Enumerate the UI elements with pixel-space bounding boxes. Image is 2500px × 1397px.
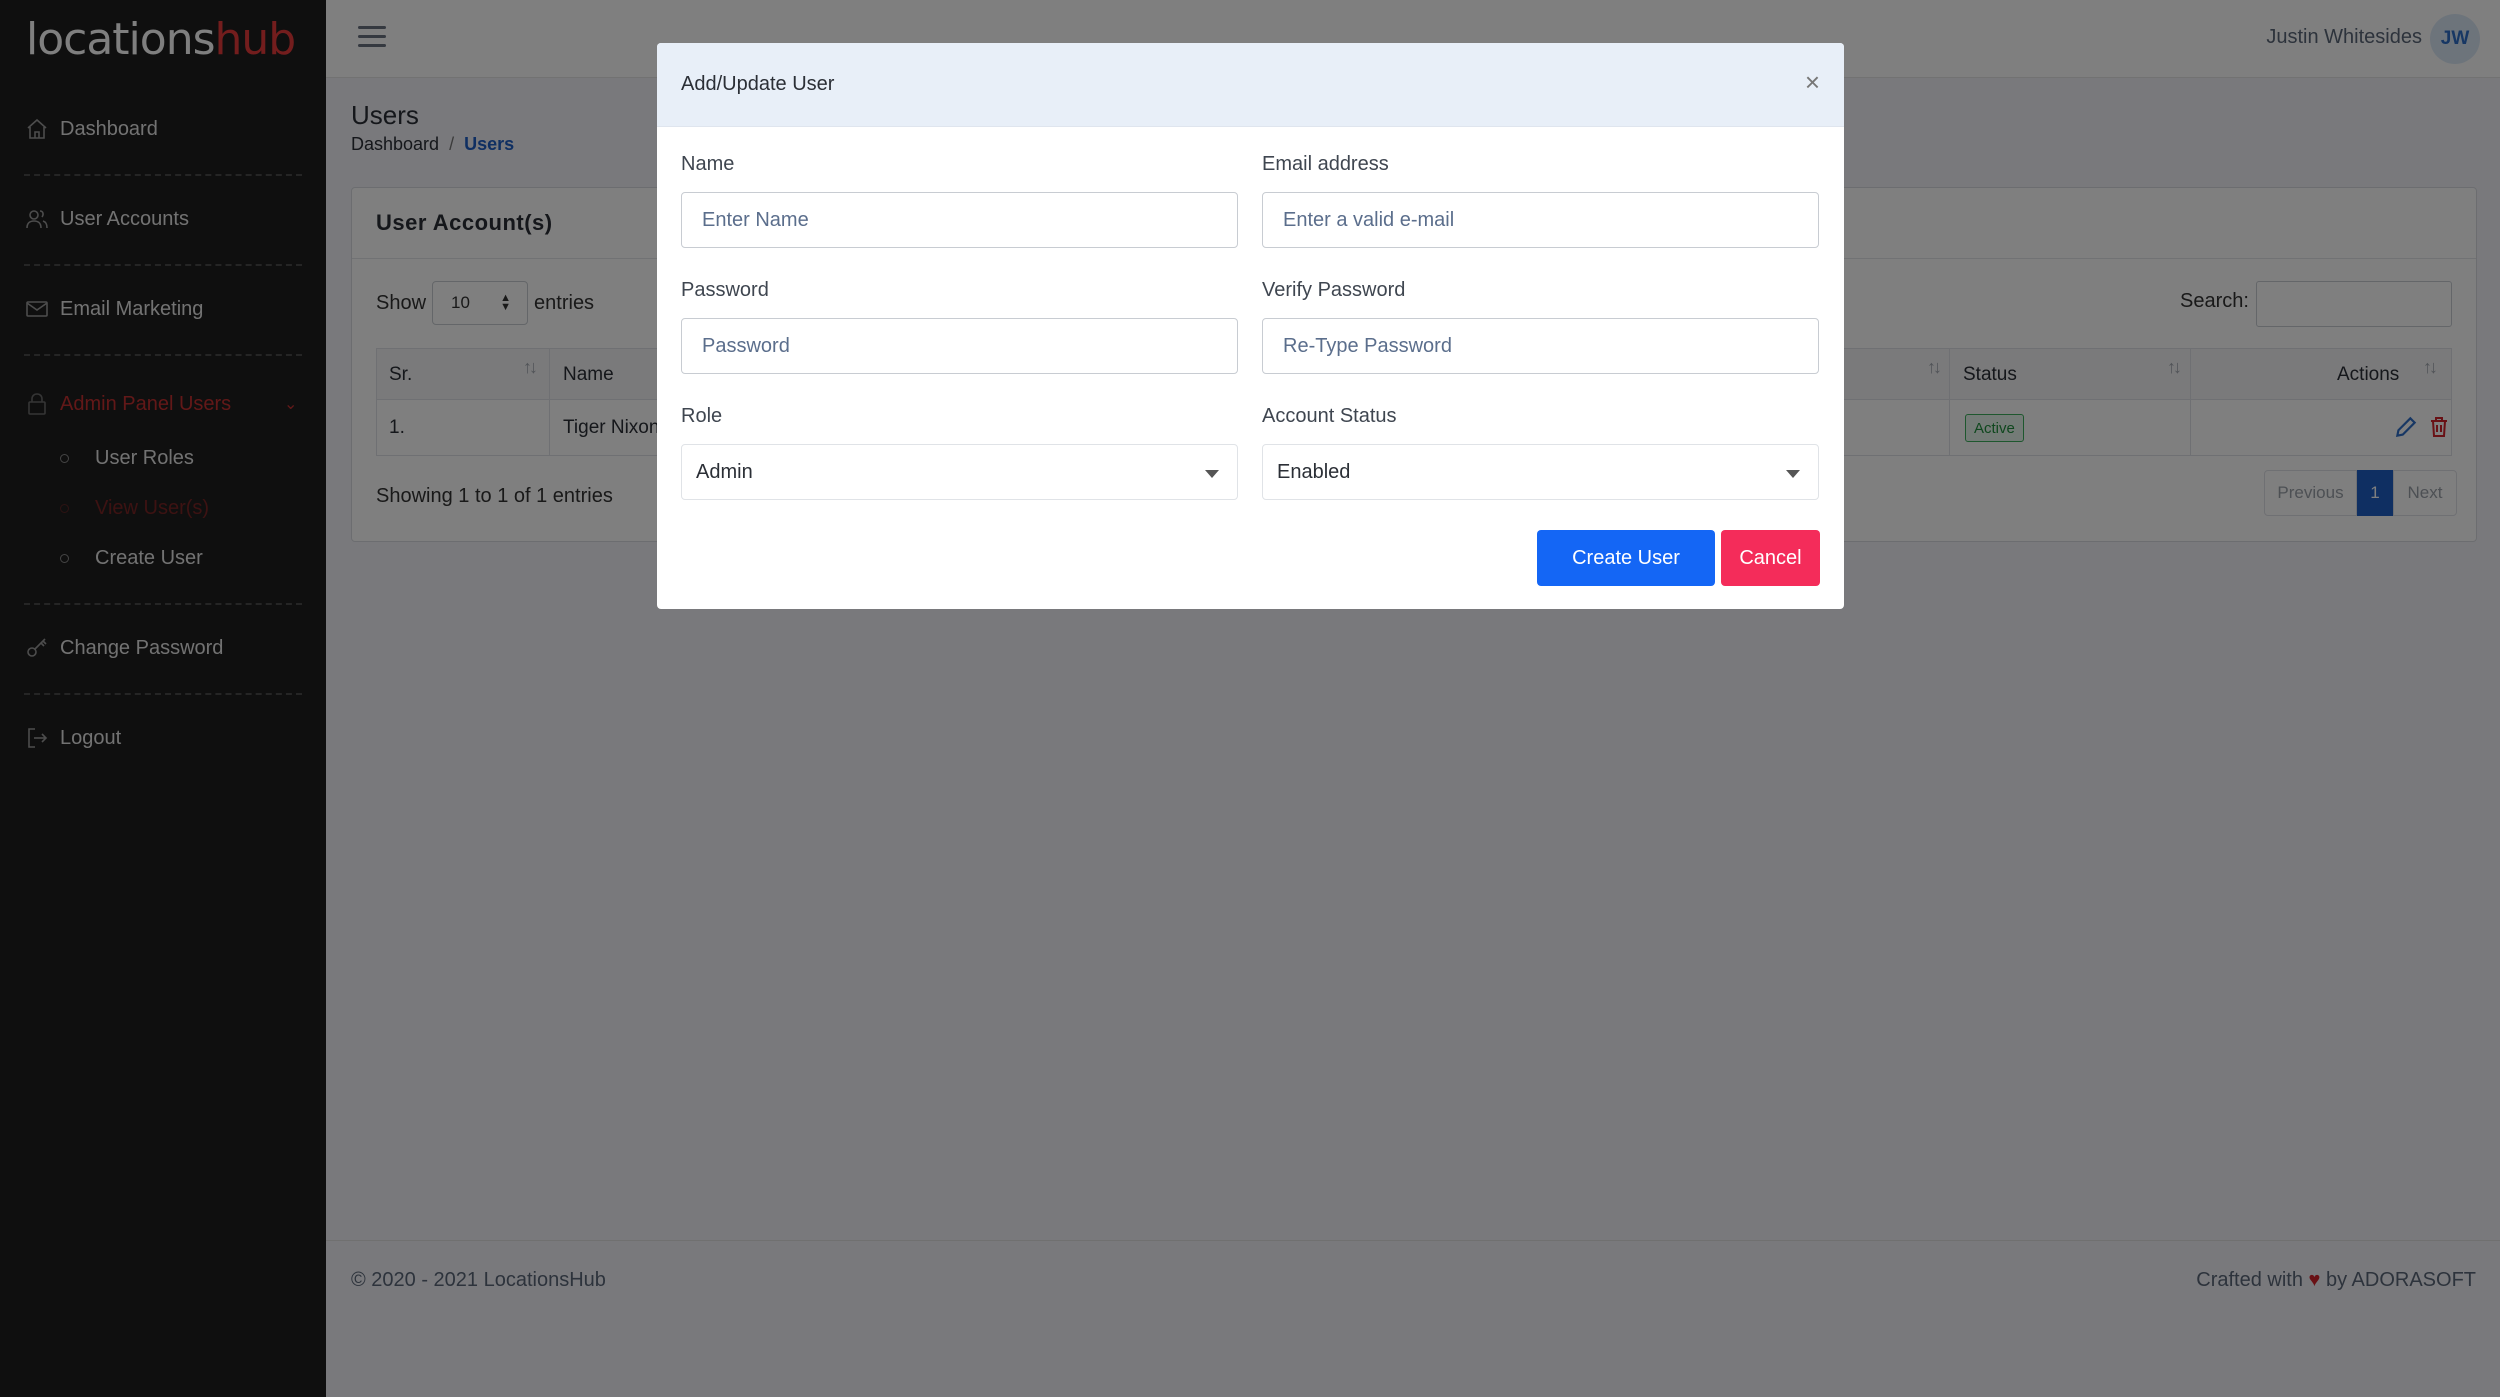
account-status-label: Account Status — [1262, 405, 1397, 427]
name-field[interactable] — [681, 192, 1238, 248]
close-icon[interactable]: × — [1805, 69, 1820, 95]
verify-password-field[interactable] — [1262, 318, 1819, 374]
verify-password-label: Verify Password — [1262, 279, 1406, 301]
name-label: Name — [681, 153, 735, 175]
password-field[interactable] — [681, 318, 1238, 374]
password-label: Password — [681, 279, 769, 301]
email-label: Email address — [1262, 153, 1389, 175]
caret-down-icon — [1205, 470, 1219, 478]
caret-down-icon — [1786, 470, 1800, 478]
role-label: Role — [681, 405, 723, 427]
role-select-value: Admin — [696, 460, 753, 483]
create-user-button[interactable]: Create User — [1537, 530, 1715, 586]
modal-header: Add/Update User × — [657, 43, 1844, 127]
add-update-user-modal: Add/Update User × Name Email address Pas… — [657, 43, 1844, 609]
role-select[interactable]: Admin — [681, 444, 1238, 500]
account-status-select[interactable]: Enabled — [1262, 444, 1819, 500]
cancel-button[interactable]: Cancel — [1721, 530, 1820, 586]
modal-title: Add/Update User — [681, 73, 835, 95]
account-status-select-value: Enabled — [1277, 460, 1351, 483]
email-field[interactable] — [1262, 192, 1819, 248]
